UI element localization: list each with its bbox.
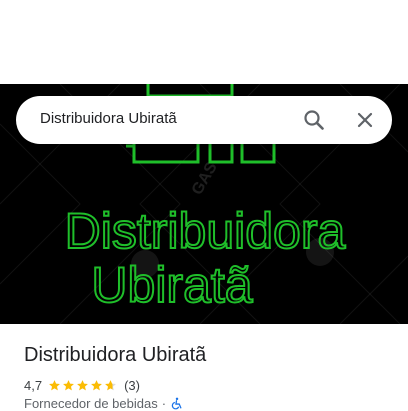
star-icon bbox=[105, 379, 116, 390]
rating-row[interactable]: 4,7 (3) bbox=[24, 376, 140, 394]
star-icon bbox=[77, 379, 88, 390]
star-icon bbox=[63, 379, 74, 390]
place-info-panel: Distribuidora Ubiratã 4,7 (3) Fornecedor… bbox=[0, 324, 408, 411]
place-title: Distribuidora Ubiratã bbox=[24, 344, 207, 366]
search-input[interactable]: Distribuidora Ubiratã bbox=[40, 110, 177, 127]
clear-search-button[interactable] bbox=[353, 108, 377, 132]
star-rating bbox=[48, 379, 118, 392]
watermark-text: GAS bbox=[189, 159, 221, 198]
separator: · bbox=[161, 396, 167, 411]
wheelchair-icon bbox=[171, 397, 182, 410]
search-bar[interactable]: Distribuidora Ubiratã bbox=[16, 96, 392, 144]
category-row: Fornecedor de bebidas · bbox=[24, 396, 183, 411]
star-icon bbox=[91, 379, 102, 390]
star-icon bbox=[49, 379, 60, 390]
category-label: Fornecedor de bebidas bbox=[24, 396, 158, 411]
close-icon bbox=[357, 112, 373, 128]
search-icon bbox=[304, 110, 324, 130]
search-button[interactable] bbox=[302, 108, 326, 132]
rating-value: 4,7 bbox=[24, 377, 43, 393]
logo-line-2: Ubiratã bbox=[91, 257, 252, 313]
logo-line-1: Distribuidora bbox=[65, 203, 346, 259]
map-top-area bbox=[0, 0, 408, 84]
review-count[interactable]: (3) bbox=[124, 378, 140, 393]
